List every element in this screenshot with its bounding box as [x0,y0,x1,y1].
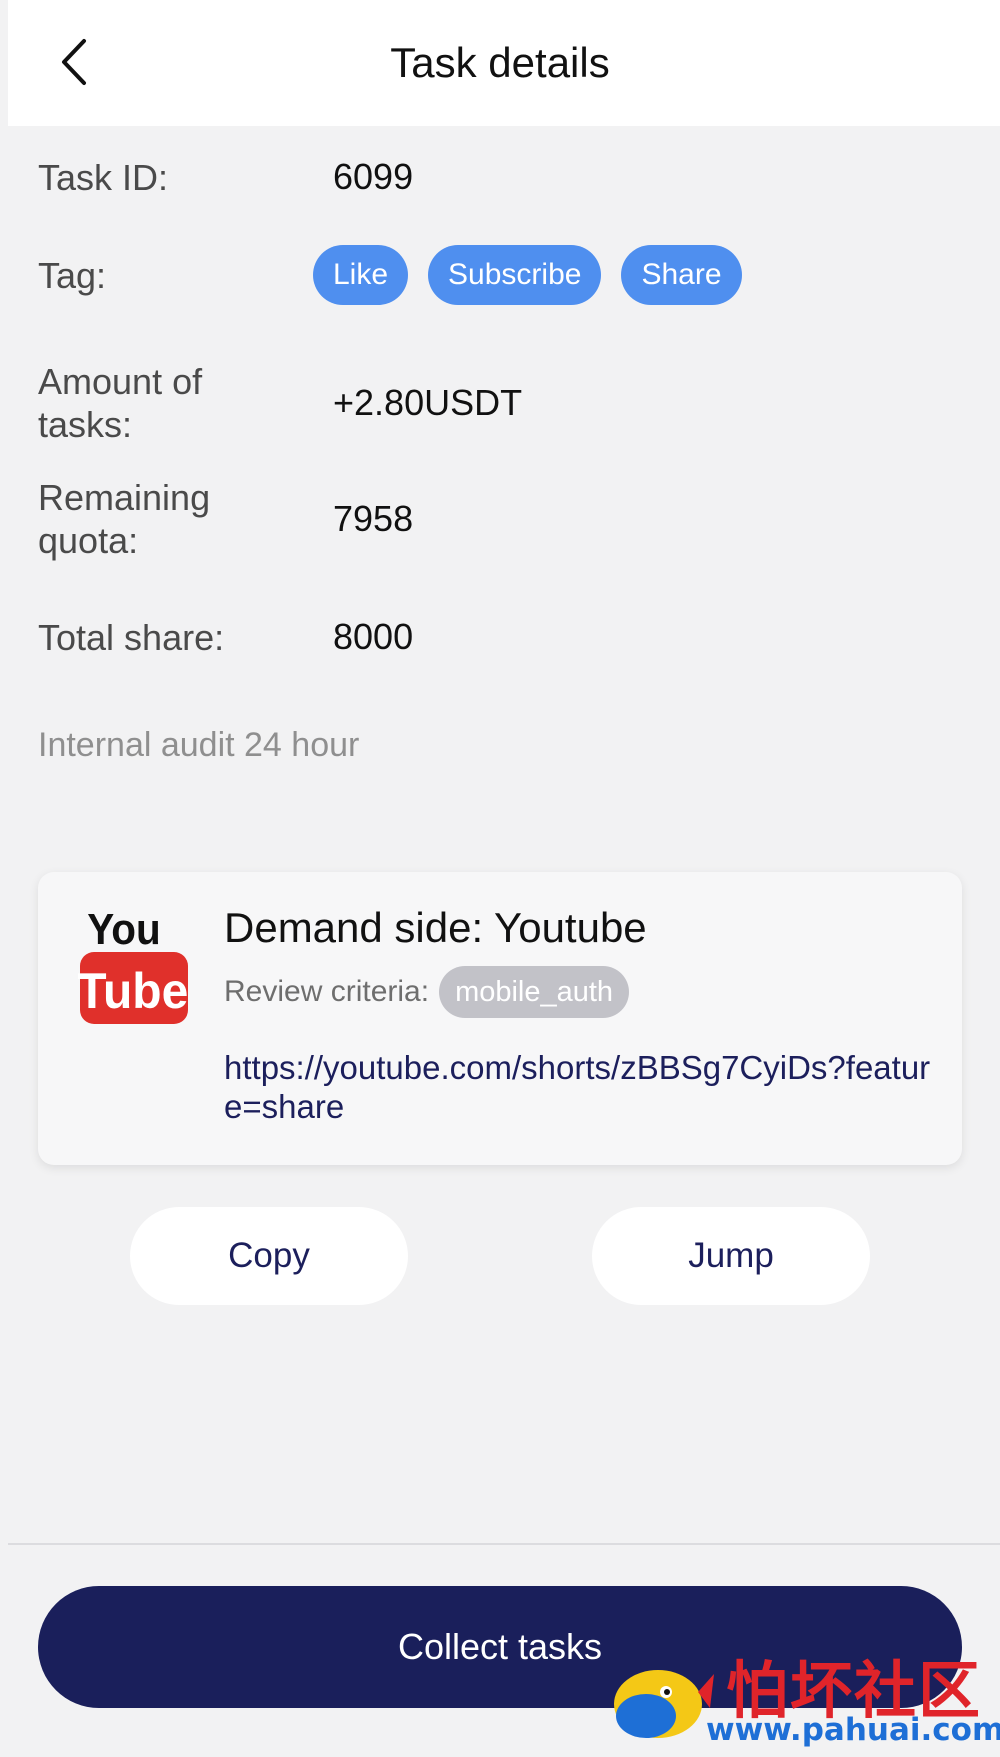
audit-note: Internal audit 24 hour [38,726,360,764]
demand-side-text: Demand side: Youtube [224,904,647,951]
copy-button[interactable]: Copy [130,1207,408,1305]
jump-button[interactable]: Jump [592,1207,870,1305]
logo-line1: You [87,904,160,953]
page-title: Task details [390,39,610,86]
amount-value: +2.80USDT [333,382,523,423]
task-id-label: Task ID: [38,156,169,198]
tag-row: Tag: Like Subscribe Share [38,240,970,310]
fish-logo-icon [614,1670,714,1738]
back-button[interactable] [48,34,98,90]
demand-card: You Tube Demand side: Youtube Review cri… [38,872,962,1165]
watermark: 怕坏社区 www.pahuai.com [606,1640,1000,1754]
total-share-label: Total share: [38,616,225,658]
criteria-badge: mobile_auth [439,966,630,1018]
total-share-row: Total share: 8000 [38,612,970,662]
divider [8,1543,1000,1545]
watermark-url: www.pahuai.com [706,1712,1000,1748]
remaining-label: Remaining quota: [38,477,211,561]
tag-subscribe[interactable]: Subscribe [428,245,602,305]
task-link[interactable]: https://youtube.com/shorts/zBBSg7CyiDs?f… [224,1048,934,1126]
tag-share[interactable]: Share [621,245,742,305]
tag-like[interactable]: Like [313,245,409,305]
tag-list: Like Subscribe Share [313,245,742,305]
review-criteria: Review criteria: mobile_auth [224,966,630,1018]
task-id-row: Task ID: 6099 [38,152,970,202]
youtube-logo-icon: You Tube [78,904,188,1024]
amount-label: Amount of tasks: [38,361,203,445]
tag-label: Tag: [38,254,107,296]
review-criteria-label: Review criteria: [224,975,430,1008]
remaining-row: Remaining quota: 7958 [38,474,970,564]
task-id-value: 6099 [333,156,414,197]
chevron-left-icon [62,39,86,85]
remaining-value: 7958 [333,498,414,539]
logo-line2: Tube [78,964,188,1019]
amount-row: Amount of tasks: +2.80USDT [38,358,970,448]
total-share-value: 8000 [333,616,414,657]
header-bar: Task details [8,0,1000,126]
